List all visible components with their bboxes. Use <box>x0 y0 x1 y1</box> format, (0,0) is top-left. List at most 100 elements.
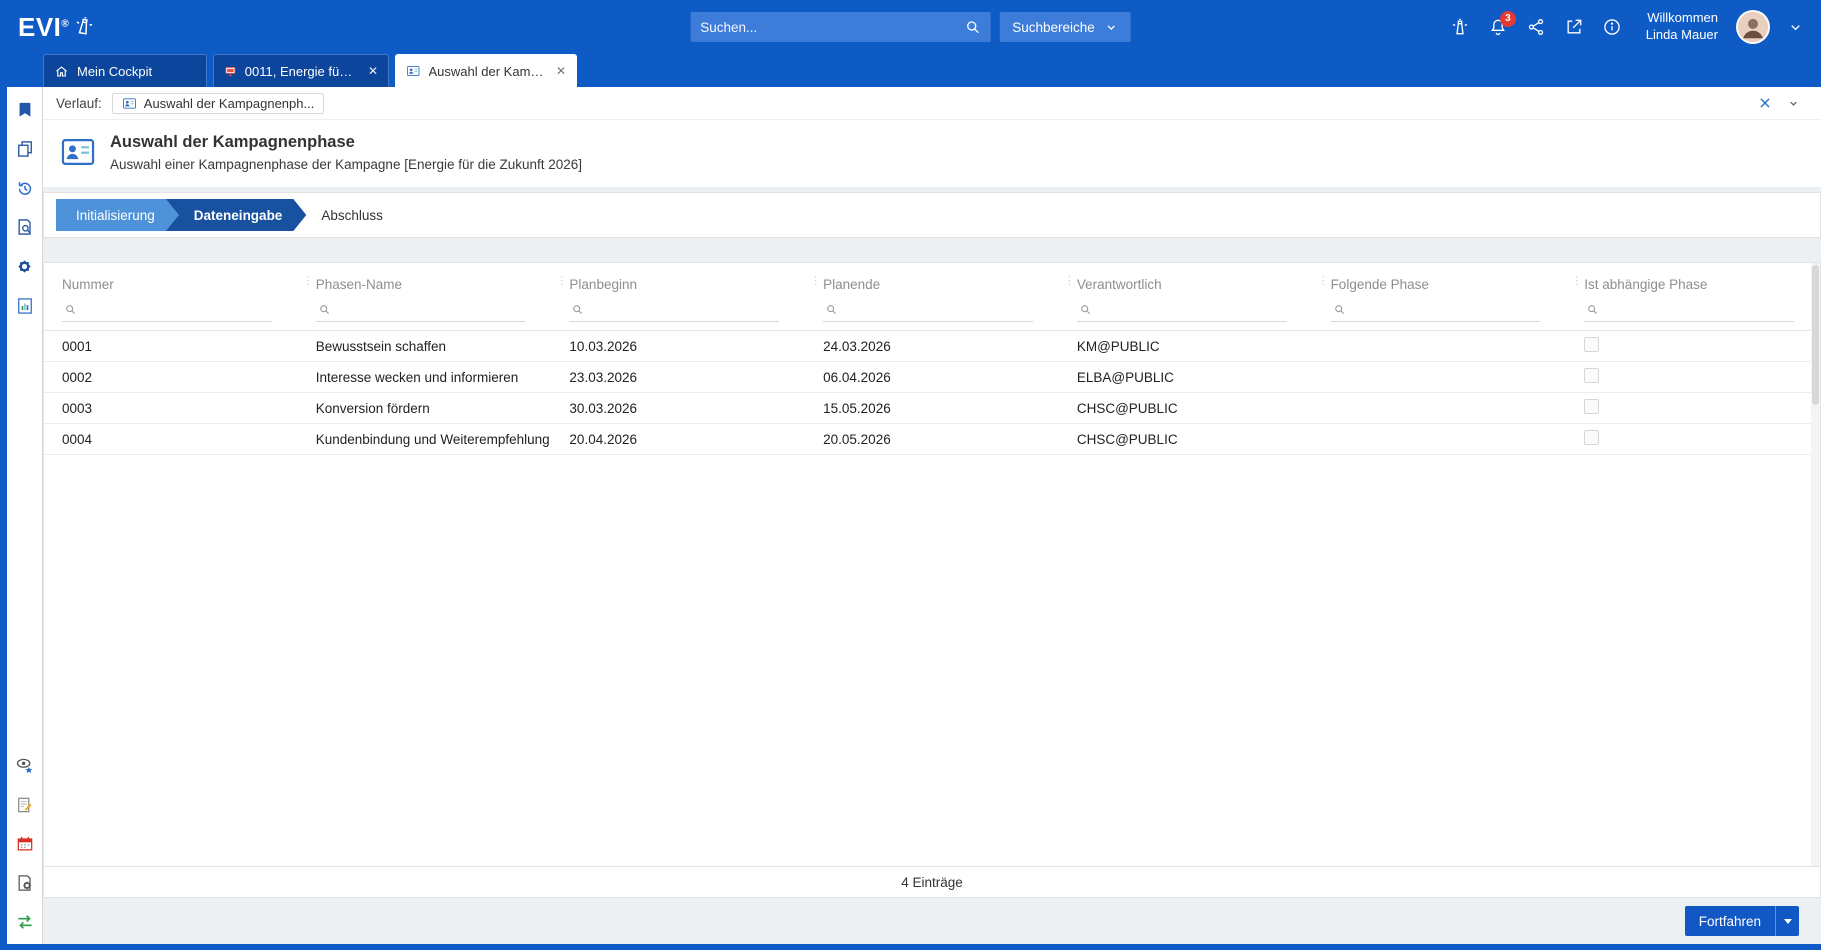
copy-icon[interactable] <box>15 139 35 159</box>
table-cell: CHSC@PUBLIC <box>1059 432 1313 447</box>
table-cell: Konversion fördern <box>298 401 552 416</box>
lighthouse-icon[interactable] <box>1450 17 1470 37</box>
tab-close-icon[interactable]: ✕ <box>556 65 566 77</box>
column-header[interactable]: ⋮Folgende Phase <box>1313 272 1567 296</box>
tab-mein-cockpit[interactable]: Mein Cockpit <box>43 54 207 87</box>
column-header[interactable]: ⋮Phasen-Name <box>298 272 552 296</box>
calendar-icon[interactable] <box>15 834 35 854</box>
global-search <box>690 12 990 42</box>
table-cell: 0002 <box>44 370 298 385</box>
history-bar: Verlauf: Auswahl der Kampagnenph... <box>43 87 1821 120</box>
table-cell: Kundenbindung und Weiterempfehlung <box>298 432 552 447</box>
table-cell: 0001 <box>44 339 298 354</box>
table-cell: 20.04.2026 <box>551 432 805 447</box>
gear-icon[interactable] <box>14 256 35 277</box>
notes-icon[interactable] <box>15 795 35 815</box>
search-icon[interactable] <box>964 19 980 35</box>
table-cell: Interesse wecken und informieren <box>298 370 552 385</box>
document-search-icon[interactable] <box>15 217 35 237</box>
app-logo: EVI® <box>18 14 95 40</box>
column-resize-grip-icon[interactable]: ⋮ <box>1571 276 1582 287</box>
filter-search-icon <box>571 303 584 316</box>
vertical-scrollbar[interactable] <box>1811 263 1820 866</box>
column-filter-input[interactable] <box>1331 298 1541 322</box>
search-input[interactable] <box>700 20 964 35</box>
bell-icon[interactable]: 3 <box>1488 17 1508 37</box>
table-row[interactable]: 0004Kundenbindung und Weiterempfehlung20… <box>44 424 1820 455</box>
tabbar: Mein Cockpit 0011, Energie für die... ✕ … <box>0 54 1821 87</box>
close-icon[interactable] <box>1758 96 1772 110</box>
table-row[interactable]: 0003Konversion fördern30.03.202615.05.20… <box>44 393 1820 424</box>
column-header[interactable]: ⋮Ist abhängige Phase <box>1566 272 1820 296</box>
phase-card-icon <box>122 96 137 111</box>
info-icon[interactable] <box>1602 17 1622 37</box>
user-menu-chevron-icon[interactable] <box>1788 20 1803 35</box>
chevron-down-icon <box>1105 21 1118 34</box>
column-resize-grip-icon[interactable]: ⋮ <box>1064 276 1075 287</box>
history-chip[interactable]: Auswahl der Kampagnenph... <box>112 93 325 114</box>
tab-auswahl-kampagnenphase[interactable]: Auswahl der Kampa... ✕ <box>395 54 577 87</box>
history-icon[interactable] <box>15 178 35 198</box>
home-icon <box>54 64 69 79</box>
column-resize-grip-icon[interactable]: ⋮ <box>810 276 821 287</box>
column-resize-grip-icon[interactable]: ⋮ <box>303 276 314 287</box>
table-cell: 15.05.2026 <box>805 401 1059 416</box>
bottom-actions: Fortfahren <box>43 898 1821 944</box>
bookmark-icon[interactable] <box>15 100 35 120</box>
dependent-phase-checkbox[interactable] <box>1584 430 1599 445</box>
document-gear-icon[interactable] <box>15 873 35 893</box>
column-filter-input[interactable] <box>316 298 526 322</box>
column-filter-input[interactable] <box>62 298 272 322</box>
filter-search-icon <box>825 303 838 316</box>
column-header[interactable]: ⋮Planbeginn <box>551 272 805 296</box>
table-cell: Bewusstsein schaffen <box>298 339 552 354</box>
column-header[interactable]: Nummer <box>44 272 298 296</box>
page-title: Auswahl der Kampagnenphase <box>110 133 582 152</box>
page-header: Auswahl der Kampagnenphase Auswahl einer… <box>43 120 1821 187</box>
table-cell: KM@PUBLIC <box>1059 339 1313 354</box>
column-filter-input[interactable] <box>569 298 779 322</box>
wizard-step-abschluss[interactable]: Abschluss <box>306 199 403 231</box>
dependent-phase-checkbox[interactable] <box>1584 399 1599 414</box>
continue-menu-caret-icon[interactable] <box>1775 906 1799 936</box>
table-cell: 30.03.2026 <box>551 401 805 416</box>
open-in-new-icon[interactable] <box>1564 17 1584 37</box>
phase-card-icon <box>59 133 97 171</box>
table-cell: 23.03.2026 <box>551 370 805 385</box>
table-cell: 06.04.2026 <box>805 370 1059 385</box>
column-filter-input[interactable] <box>1077 298 1287 322</box>
report-icon[interactable] <box>15 296 35 316</box>
dependent-phase-checkbox[interactable] <box>1584 368 1599 383</box>
column-resize-grip-icon[interactable]: ⋮ <box>556 276 567 287</box>
notification-badge: 3 <box>1500 11 1516 27</box>
wizard-step-dateneingabe[interactable]: Dateneingabe <box>166 199 307 231</box>
avatar[interactable] <box>1736 10 1770 44</box>
table-row[interactable]: 0001Bewusstsein schaffen10.03.202624.03.… <box>44 331 1820 362</box>
column-filter-input[interactable] <box>823 298 1033 322</box>
entry-count: 4 Einträge <box>901 875 963 890</box>
search-areas-button[interactable]: Suchbereiche <box>999 12 1131 42</box>
wizard-step-initialisierung[interactable]: Initialisierung <box>56 199 179 231</box>
tab-close-icon[interactable]: ✕ <box>368 65 378 77</box>
table-cell: 0003 <box>44 401 298 416</box>
column-filter-input[interactable] <box>1584 298 1794 322</box>
column-header[interactable]: ⋮Planende <box>805 272 1059 296</box>
continue-button[interactable]: Fortfahren <box>1685 906 1799 936</box>
column-resize-grip-icon[interactable]: ⋮ <box>1318 276 1329 287</box>
column-header[interactable]: ⋮Verantwortlich <box>1059 272 1313 296</box>
preview-star-icon[interactable] <box>14 755 35 776</box>
swap-icon[interactable] <box>15 912 35 932</box>
dependent-phase-checkbox[interactable] <box>1584 337 1599 352</box>
lighthouse-logo-icon <box>72 13 97 38</box>
filter-search-icon <box>1079 303 1092 316</box>
table-cell: ELBA@PUBLIC <box>1059 370 1313 385</box>
filter-search-icon <box>64 303 77 316</box>
table-cell: 10.03.2026 <box>551 339 805 354</box>
tab-kampagne-0011[interactable]: 0011, Energie für die... ✕ <box>213 54 389 87</box>
share-icon[interactable] <box>1526 17 1546 37</box>
table-row[interactable]: 0002Interesse wecken und informieren23.0… <box>44 362 1820 393</box>
topbar: EVI® Suchbereiche <box>0 0 1821 54</box>
filter-search-icon <box>318 303 331 316</box>
collapse-chevron-icon[interactable] <box>1788 98 1799 109</box>
scrollbar-thumb[interactable] <box>1812 265 1819 405</box>
